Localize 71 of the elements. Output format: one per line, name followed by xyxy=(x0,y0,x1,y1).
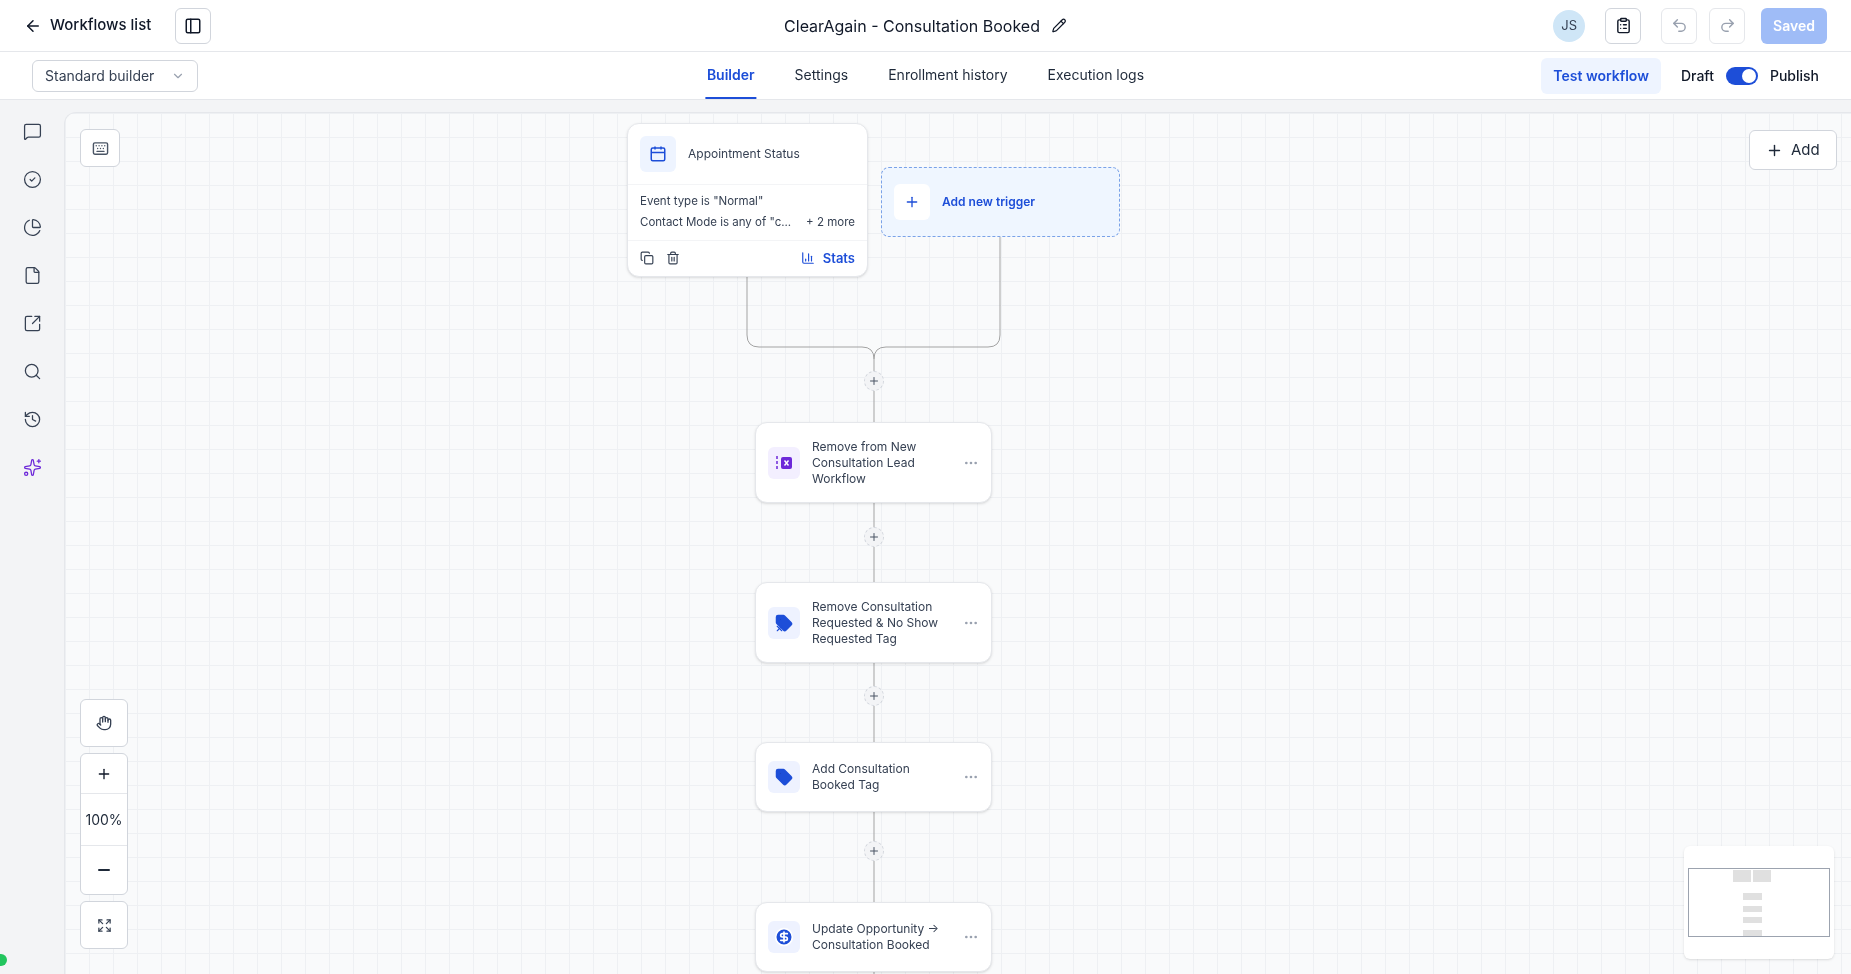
trigger-condition: Contact Mode is any of "c... xyxy=(640,214,792,232)
bar-chart-icon xyxy=(800,251,815,266)
tab[interactable]: Settings xyxy=(792,52,851,99)
plus-icon xyxy=(868,375,880,387)
tab[interactable]: Enrollment history xyxy=(886,52,1010,99)
connector-line xyxy=(873,390,875,423)
check-circle-icon[interactable] xyxy=(22,170,42,189)
trigger-card[interactable]: Appointment Status Event type is "Normal" Contact Mode is any of "c... + 2 more Stats xyxy=(627,123,868,277)
plus-icon xyxy=(894,184,930,220)
action-card[interactable]: Update Opportunity → Consultation Booked xyxy=(755,902,992,972)
action-card[interactable]: Remove Consultation Requested & No Show Requested Tag xyxy=(755,582,992,663)
tag-icon xyxy=(768,761,800,793)
dollar-icon xyxy=(768,921,800,953)
connector-line xyxy=(873,705,875,743)
connector-line xyxy=(873,811,875,842)
sidebar-toggle-button[interactable] xyxy=(175,7,212,44)
action-card[interactable]: Add Consultation Booked Tag xyxy=(755,742,992,812)
sparkle-icon[interactable] xyxy=(22,458,42,477)
connector-line xyxy=(873,662,875,687)
sidebar-panel-icon xyxy=(184,16,203,35)
connector-line xyxy=(873,971,875,974)
builder-select[interactable]: Standard builder xyxy=(32,59,198,92)
undo-icon xyxy=(1670,17,1688,34)
tab[interactable]: Execution logs xyxy=(1045,52,1147,99)
connector-line xyxy=(873,860,875,903)
action-title: Remove from New Consultation Lead Workflow xyxy=(812,438,918,487)
stats-button[interactable]: Stats xyxy=(800,248,855,268)
publish-label: Publish xyxy=(1769,66,1819,86)
notes-button[interactable] xyxy=(1605,7,1642,44)
expand-icon xyxy=(96,917,112,933)
minus-icon xyxy=(98,869,110,871)
remove-tag-icon xyxy=(768,606,800,639)
publish-toggle[interactable] xyxy=(1725,66,1758,85)
plus-icon xyxy=(868,690,880,702)
test-workflow-button[interactable]: Test workflow xyxy=(1541,57,1661,94)
history-icon[interactable] xyxy=(22,410,42,429)
pan-hand-button[interactable] xyxy=(80,699,128,747)
zoom-level: 100% xyxy=(81,794,127,846)
plus-icon xyxy=(868,845,880,857)
connector-line xyxy=(873,546,875,583)
tab[interactable]: Builder xyxy=(704,52,757,99)
external-link-icon[interactable] xyxy=(22,314,42,333)
calendar-icon xyxy=(640,136,676,172)
plus-icon xyxy=(868,531,880,543)
remove-workflow-icon xyxy=(768,446,800,479)
keyboard-shortcuts-button[interactable] xyxy=(80,129,120,167)
back-link[interactable]: Workflows list xyxy=(24,14,152,37)
duplicate-icon[interactable] xyxy=(640,251,654,266)
avatar[interactable]: JS xyxy=(1553,9,1586,42)
fit-view-button[interactable] xyxy=(80,901,128,949)
action-title: Update Opportunity → Consultation Booked xyxy=(812,921,941,953)
action-title: Add Consultation Booked Tag xyxy=(812,761,911,793)
clipboard-icon xyxy=(1614,17,1632,34)
trash-icon[interactable] xyxy=(666,251,680,266)
draft-label: Draft xyxy=(1680,66,1714,86)
action-card[interactable]: Remove from New Consultation Lead Workflow xyxy=(755,422,992,503)
connector-line xyxy=(873,502,875,528)
pie-chart-icon[interactable] xyxy=(22,218,42,237)
redo-icon xyxy=(1718,17,1736,34)
workflow-title: ClearAgain - Consultation Booked xyxy=(784,14,1040,38)
edit-icon[interactable] xyxy=(1051,18,1067,33)
action-title: Remove Consultation Requested & No Show Requested Tag xyxy=(812,598,940,647)
keyboard-icon xyxy=(91,139,109,157)
hand-icon xyxy=(96,715,112,731)
more-conditions: + 2 more xyxy=(806,214,855,232)
chat-icon[interactable] xyxy=(22,122,42,141)
add-button[interactable]: Add xyxy=(1749,130,1837,170)
search-icon[interactable] xyxy=(22,362,42,381)
trigger-title: Appointment Status xyxy=(688,145,800,163)
add-trigger-card[interactable]: Add new trigger xyxy=(881,167,1120,237)
trigger-condition: Event type is "Normal" xyxy=(640,193,765,210)
